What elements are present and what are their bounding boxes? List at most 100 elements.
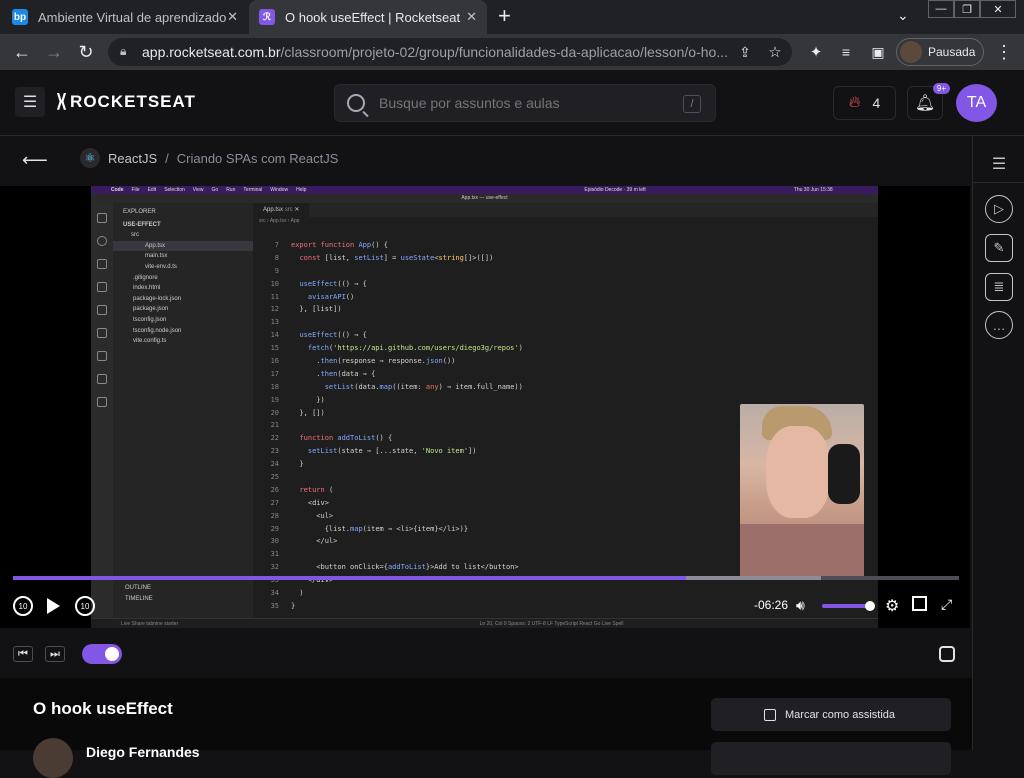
streak-counter[interactable]: 🔥︎ 4 (833, 86, 896, 120)
rewind-10-icon[interactable]: 10 (13, 596, 33, 616)
picture-in-picture-icon[interactable] (912, 596, 927, 611)
code-line: 8 const [list, setList] = useState<strin… (274, 253, 494, 262)
lesson-title: O hook useEffect (33, 699, 173, 718)
address-bar[interactable]: 🔒︎ app.rocketseat.com.br/classroom/proje… (108, 38, 792, 66)
debug-icon (97, 282, 107, 292)
search-input[interactable] (379, 95, 669, 111)
code-line: 14 useEffect(() ⇒ { (270, 331, 367, 340)
extensions-icon (97, 305, 107, 315)
streak-count: 4 (872, 95, 881, 111)
lesson-action-button[interactable] (711, 742, 951, 775)
code-line: 7 export function App() { (274, 241, 388, 249)
code-line: 9 (274, 266, 279, 275)
forward-icon[interactable]: → (42, 40, 66, 64)
vscode-window-title: App.tsx — use-effect (91, 194, 878, 203)
fullscreen-icon[interactable]: ⤢ (941, 596, 952, 613)
close-tab-icon[interactable]: ✕ (227, 9, 238, 25)
logo-text: ROCKETSEAT (70, 91, 196, 111)
bookmark-star-icon[interactable]: ☆ (763, 40, 787, 64)
toggle-knob (105, 647, 119, 661)
browser-tab-ava[interactable]: bp Ambiente Virtual de aprendizado ✕ (12, 0, 248, 34)
instructor-webcam (740, 404, 864, 580)
author-name[interactable]: Diego Fernandes (86, 744, 200, 760)
browser-tab-rocketseat[interactable]: ℛ O hook useEffect | Rocketseat ✕ (249, 0, 487, 34)
docker-icon (97, 351, 107, 361)
lesson-control-bar: ⏮ ⏭ (0, 628, 970, 678)
chrome-menu-icon[interactable]: ⋮ (992, 40, 1016, 64)
site-header: ☰ ⟩⟨ ROCKETSEAT / 🔥︎ 4 🔔︎ 9+ TA (0, 70, 1024, 136)
search-bar[interactable]: / (334, 84, 716, 122)
lock-icon[interactable]: 🔒︎ (120, 44, 126, 59)
side-panel-icon[interactable]: ▣ (866, 40, 890, 64)
autoplay-toggle[interactable] (82, 644, 122, 664)
code-line: 31 (270, 550, 279, 559)
next-lesson-icon[interactable]: ⏭ (45, 646, 65, 662)
author-avatar[interactable] (33, 738, 73, 778)
vscode-explorer: EXPLORER USE-EFFECT src App.tsx main.tsx… (113, 203, 253, 628)
rocketseat-logo[interactable]: ⟩⟨ ROCKETSEAT (56, 91, 196, 112)
checkbox-icon[interactable] (764, 708, 776, 721)
back-arrow-icon[interactable]: ⟵ (22, 150, 48, 171)
back-icon[interactable]: ← (10, 40, 34, 64)
materials-icon[interactable]: ≣ (985, 273, 1013, 301)
extensions-icon[interactable]: ✦ (804, 40, 828, 64)
url-path: /classroom/projeto-02/group/funcionalida… (280, 44, 728, 60)
code-line: 19 }) (270, 395, 325, 404)
code-line: 16 .then(response ⇒ response.json()) (270, 357, 456, 366)
volume-knob[interactable] (865, 601, 875, 611)
files-icon (97, 213, 107, 223)
profile-avatar (900, 41, 922, 63)
mark-as-watched-button[interactable]: Marcar como assistida (711, 698, 951, 731)
new-tab-icon[interactable]: + (498, 5, 511, 27)
user-avatar[interactable]: TA (956, 84, 997, 122)
browser-tab-strip: bp Ambiente Virtual de aprendizado ✕ ℛ O… (0, 0, 1024, 34)
code-line: 10 useEffect(() ⇒ { (270, 279, 367, 288)
code-line: 13 (270, 318, 279, 327)
breadcrumb-course[interactable]: ReactJS (108, 151, 157, 166)
hamburger-menu-icon[interactable]: ☰ (15, 87, 45, 117)
mac-menubar: Code File Edit Selection View Go Run Terminal W… (91, 186, 878, 194)
notifications-badge: 9+ (932, 83, 950, 94)
breadcrumb: ⚛ ReactJS / Criando SPAs com ReactJS (80, 148, 338, 168)
tab-title: Ambiente Virtual de aprendizado (38, 9, 227, 25)
volume-slider[interactable] (822, 601, 875, 611)
share-icon[interactable]: ⇪ (733, 40, 757, 64)
code-line: 35} (270, 601, 296, 610)
test-icon (97, 397, 107, 407)
restore-window-icon[interactable]: ❐ (954, 0, 980, 18)
code-line: 26 return ( (270, 485, 334, 494)
code-line: 12 }, [list]) (270, 305, 342, 314)
tab-search-chevron-icon[interactable]: ⌄ (897, 7, 909, 24)
volume-icon[interactable]: 🔊︎ (796, 597, 805, 614)
minimize-window-icon[interactable]: — (928, 0, 954, 18)
lesson-list-icon[interactable]: ☰ (985, 150, 1013, 178)
theater-mode-icon[interactable] (939, 646, 955, 662)
reload-icon[interactable]: ↻ (74, 40, 98, 64)
flame-icon: 🔥︎ (848, 94, 861, 111)
notifications-button[interactable]: 🔔︎ 9+ (907, 83, 950, 120)
video-progress-bar[interactable] (13, 576, 959, 580)
previous-lesson-icon[interactable]: ⏮ (13, 646, 33, 662)
editor-tabs: App.tsx src ✕ (253, 203, 878, 217)
play-icon[interactable] (44, 596, 62, 616)
challenges-icon[interactable]: ✎ (985, 234, 1013, 262)
rail-divider (973, 182, 1024, 183)
close-tab-icon[interactable]: ✕ (466, 9, 477, 25)
code-line: 29 {list.map(item ⇒ <li>{item}</li>)} (270, 524, 469, 533)
editor-breadcrumb: src › App.tsx › App (259, 218, 300, 224)
code-listing: 7 export function App() { 8 const [list, s… (253, 239, 523, 613)
vscode-statusbar: Live Share tabnine starter Ln 20, Col 9 … (91, 618, 878, 628)
media-control-icon[interactable]: ≡ (834, 40, 858, 64)
profile-button[interactable]: Pausada (896, 38, 984, 66)
comments-icon[interactable]: … (985, 311, 1013, 339)
browser-toolbar: ← → ↻ 🔒︎ app.rocketseat.com.br/classroom… (0, 34, 1024, 70)
search-shortcut-key: / (683, 95, 701, 113)
close-window-icon[interactable]: ✕ (980, 0, 1016, 18)
video-lessons-icon[interactable]: ▷ (985, 195, 1013, 223)
tab-title: O hook useEffect | Rocketseat (285, 9, 461, 25)
forward-10-icon[interactable]: 10 (75, 596, 95, 616)
remote-icon (97, 328, 107, 338)
breadcrumb-module[interactable]: Criando SPAs com ReactJS (177, 151, 339, 166)
video-player[interactable]: Code File Edit Selection View Go Run Terminal W… (0, 186, 970, 628)
settings-gear-icon[interactable]: ⚙ (885, 596, 899, 616)
